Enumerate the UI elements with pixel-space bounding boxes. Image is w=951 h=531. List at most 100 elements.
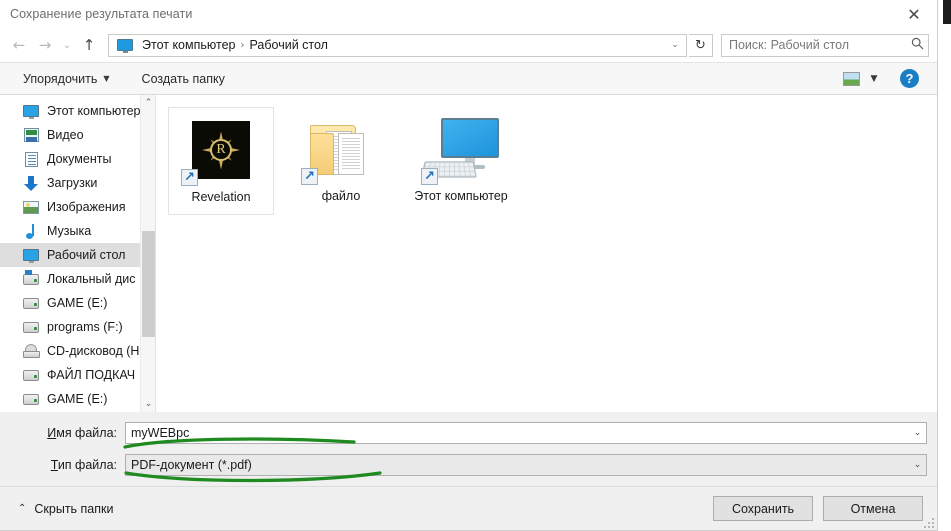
scroll-up-icon[interactable]: ⌃ [141, 95, 155, 111]
drive-icon [22, 391, 40, 407]
breadcrumb-item-1[interactable]: Рабочий стол [245, 38, 331, 52]
filetype-combo[interactable]: PDF-документ (*.pdf) ⌄ [125, 454, 927, 476]
sidebar-item-label: programs (F:) [47, 320, 123, 334]
sidebar-item-music[interactable]: Музыка [0, 219, 155, 243]
shortcut-arrow-icon [301, 168, 318, 185]
desktop-icon [22, 247, 40, 263]
resize-grip[interactable] [924, 518, 934, 528]
documents-icon [22, 151, 40, 167]
sidebar-item-label: Загрузки [47, 176, 98, 190]
sidebar-item-desktop[interactable]: Рабочий стол [0, 243, 155, 267]
sidebar-item-cd-drive[interactable]: CD-дисковод (H [0, 339, 155, 363]
chevron-down-icon: ▼ [103, 74, 110, 83]
filename-combo[interactable]: ⌄ [125, 422, 927, 444]
revelation-app-icon: R [179, 112, 263, 188]
search-input[interactable] [729, 38, 910, 52]
hide-folders-label: Скрыть папки [34, 501, 114, 516]
scroll-down-icon[interactable]: ⌄ [141, 396, 155, 412]
sidebar-item-label: Рабочий стол [47, 248, 126, 262]
background-right-edge [938, 0, 951, 531]
help-icon[interactable]: ? [900, 69, 919, 88]
address-bar[interactable]: Этот компьютер › Рабочий стол ⌄ [108, 33, 687, 57]
downloads-icon [22, 175, 40, 191]
file-item-label: Revelation [191, 190, 251, 204]
file-tiles: R Revelation [168, 107, 937, 215]
cd-drive-icon [22, 343, 40, 359]
sidebar-item-label: ФАЙЛ ПОДКАЧ [47, 368, 136, 382]
organize-label: Упорядочить [23, 71, 98, 86]
sidebar-item-label: Изображения [47, 200, 126, 214]
sidebar-item-game-e[interactable]: GAME (E:) [0, 291, 155, 315]
drive-icon [22, 367, 40, 383]
file-item-revelation[interactable]: R Revelation [168, 107, 274, 215]
save-button[interactable]: Сохранить [713, 496, 813, 521]
sidebar-item-pagefile[interactable]: ФАЙЛ ПОДКАЧ [0, 363, 155, 387]
filename-chevron-down-icon[interactable]: ⌄ [909, 423, 926, 443]
hide-folders-button[interactable]: ⌃ Скрыть папки [12, 498, 119, 520]
sidebar-item-label: GAME (E:) [47, 392, 108, 406]
organize-button[interactable]: Упорядочить ▼ [18, 69, 115, 89]
search-icon [910, 37, 924, 54]
window-title: Сохранение результата печати [10, 7, 193, 21]
close-icon[interactable]: ✕ [891, 0, 937, 28]
drive-icon [22, 295, 40, 311]
sidebar-list: Этот компьютер Видео Документы Загрузки … [0, 95, 155, 411]
search-box[interactable] [721, 33, 929, 57]
filetype-chevron-down-icon[interactable]: ⌄ [909, 455, 926, 475]
system-drive-icon [22, 269, 40, 287]
up-icon[interactable]: ↑ [76, 32, 102, 58]
navigation-pane: Этот компьютер Видео Документы Загрузки … [0, 95, 156, 412]
file-item-label: файло [321, 189, 361, 203]
sidebar-item-documents[interactable]: Документы [0, 147, 155, 171]
sidebar-item-local-disk[interactable]: Локальный дис [0, 267, 155, 291]
drive-icon [22, 319, 40, 335]
save-print-result-dialog: Сохранение результата печати ✕ ← → ⌄ ↑ Э… [0, 0, 938, 531]
sidebar-item-label: Видео [47, 128, 84, 142]
change-view-icon[interactable] [843, 71, 860, 86]
sidebar-item-label: GAME (E:) [47, 296, 108, 310]
back-icon[interactable]: ← [6, 32, 32, 58]
monitor-icon [22, 103, 40, 119]
filename-label: Имя файла: [47, 426, 117, 440]
file-item-label: Этот компьютер [414, 189, 508, 203]
sidebar-item-game-e-2[interactable]: GAME (E:) [0, 387, 155, 411]
background-dark-strip [943, 0, 951, 24]
sidebar-item-label: CD-дисковод (H [47, 344, 140, 358]
chevron-up-icon: ⌃ [18, 503, 27, 514]
sidebar-item-videos[interactable]: Видео [0, 123, 155, 147]
sidebar-item-label: Документы [47, 152, 112, 166]
sidebar-item-downloads[interactable]: Загрузки [0, 171, 155, 195]
view-chevron-down-icon[interactable]: ▼ [864, 74, 884, 84]
forward-icon[interactable]: → [32, 32, 58, 58]
file-list-pane[interactable]: R Revelation [156, 95, 937, 412]
breadcrumb-item-0[interactable]: Этот компьютер [138, 38, 239, 52]
shortcut-arrow-icon [421, 168, 438, 185]
filename-row: Имя файла: ⌄ [0, 422, 937, 444]
footer-fields: Имя файла: ⌄ Тип файла: PDF-документ (*.… [0, 412, 937, 486]
sidebar-scrollbar[interactable]: ⌃ ⌄ [140, 95, 155, 412]
new-folder-button[interactable]: Создать папку [137, 69, 230, 89]
file-item-faylo[interactable]: файло [288, 107, 394, 215]
sidebar-item-programs-f[interactable]: programs (F:) [0, 315, 155, 339]
navigation-bar: ← → ⌄ ↑ Этот компьютер › Рабочий стол ⌄ … [0, 28, 937, 62]
refresh-icon[interactable]: ↻ [689, 33, 713, 57]
pictures-icon [22, 199, 40, 215]
recent-locations-icon[interactable]: ⌄ [58, 32, 76, 58]
filename-input[interactable] [126, 426, 909, 440]
this-pc-icon [419, 111, 503, 187]
dialog-body: Этот компьютер Видео Документы Загрузки … [0, 95, 937, 412]
sidebar-item-this-pc[interactable]: Этот компьютер [0, 99, 155, 123]
filetype-label: Тип файла: [50, 458, 117, 472]
cancel-button[interactable]: Отмена [823, 496, 923, 521]
music-icon [22, 223, 40, 239]
scrollbar-thumb[interactable] [142, 231, 155, 337]
folder-documents-icon [299, 111, 383, 187]
address-dropdown-icon[interactable]: ⌄ [666, 40, 684, 50]
filetype-value: PDF-документ (*.pdf) [131, 458, 252, 472]
dialog-button-bar: ⌃ Скрыть папки Сохранить Отмена [0, 486, 937, 530]
title-bar: Сохранение результата печати ✕ [0, 0, 937, 28]
file-item-this-pc[interactable]: Этот компьютер [408, 107, 514, 215]
command-bar: Упорядочить ▼ Создать папку ▼ ? [0, 62, 937, 95]
this-pc-icon [115, 37, 135, 54]
sidebar-item-pictures[interactable]: Изображения [0, 195, 155, 219]
